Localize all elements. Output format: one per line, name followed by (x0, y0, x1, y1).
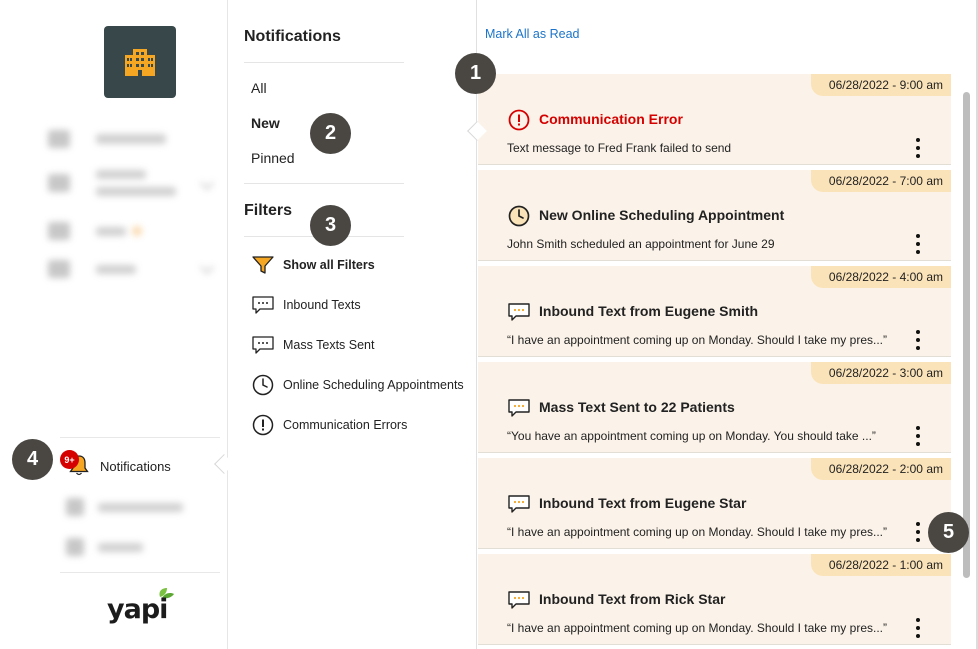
filter-label: Mass Texts Sent (283, 338, 375, 352)
filters-heading: Filters (244, 202, 293, 219)
notification-card[interactable]: 06/28/2022 - 7:00 am New Online Scheduli… (478, 170, 951, 261)
notification-card[interactable]: 06/28/2022 - 1:00 am Inbound Text from R… (478, 554, 951, 645)
clock-icon (508, 205, 530, 227)
notification-date: 06/28/2022 - 7:00 am (810, 170, 951, 192)
more-options-icon[interactable] (912, 616, 924, 640)
filter-label: Communication Errors (283, 418, 408, 432)
chat-icon (508, 591, 530, 609)
notification-date: 06/28/2022 - 2:00 am (810, 458, 951, 480)
filter-label: Online Scheduling Appointments (283, 378, 464, 392)
notification-list-panel: Mark All as Read 06/28/2022 - 9:00 am Co… (478, 0, 978, 649)
filter-communication-errors[interactable]: Communication Errors (251, 413, 407, 437)
more-options-icon[interactable] (912, 424, 924, 448)
blurred-icon (48, 260, 70, 278)
filter-mass-texts[interactable]: Mass Texts Sent (251, 333, 374, 357)
chat-icon (508, 303, 530, 321)
building-icon (125, 49, 155, 76)
notifications-heading: Notifications (244, 28, 341, 45)
tab-new[interactable]: New (251, 115, 280, 131)
notification-title: Inbound Text from Eugene Star (539, 495, 747, 511)
blurred-nav-item[interactable] (48, 170, 215, 196)
filter-inbound-texts[interactable]: Inbound Texts (251, 293, 361, 317)
svg-text:yapi: yapi (107, 594, 167, 625)
notification-list: 06/28/2022 - 9:00 am Communication Error… (478, 74, 951, 649)
alert-icon (508, 109, 530, 131)
notification-message: “I have an appointment coming up on Mond… (507, 333, 887, 347)
callout-marker-2: 2 (310, 113, 351, 154)
notification-title: Mass Text Sent to 22 Patients (539, 399, 735, 415)
blurred-icon (48, 222, 70, 240)
notification-card[interactable]: 06/28/2022 - 9:00 am Communication Error… (478, 74, 951, 165)
tab-pinned[interactable]: Pinned (251, 150, 295, 166)
left-nav: 9+ Notifications yapi (0, 0, 228, 649)
blurred-text (96, 134, 166, 144)
notification-title: Inbound Text from Rick Star (539, 591, 726, 607)
blurred-text (96, 264, 136, 274)
nav-item-notifications[interactable]: 9+ Notifications (60, 437, 220, 493)
more-options-icon[interactable] (912, 136, 924, 160)
callout-marker-1: 1 (455, 53, 496, 94)
blurred-text (98, 542, 143, 552)
notification-date: 06/28/2022 - 3:00 am (810, 362, 951, 384)
notifications-filter-panel: Notifications All New Pinned Filters Sho… (229, 0, 477, 649)
filter-show-all[interactable]: Show all Filters (251, 253, 375, 277)
blurred-text (98, 502, 183, 512)
blurred-nav-item[interactable] (66, 498, 183, 516)
tab-all[interactable]: All (251, 80, 267, 96)
notification-date: 06/28/2022 - 1:00 am (810, 554, 951, 576)
notification-date: 06/28/2022 - 9:00 am (810, 74, 951, 96)
funnel-icon (252, 256, 274, 274)
alert-icon (252, 414, 274, 436)
practice-logo[interactable] (104, 26, 176, 98)
filter-label: Show all Filters (283, 258, 375, 272)
blurred-nav-item[interactable] (48, 259, 215, 278)
filter-label: Inbound Texts (283, 298, 361, 312)
clock-icon (252, 374, 274, 396)
notification-card[interactable]: 06/28/2022 - 3:00 am Mass Text Sent to 2… (478, 362, 951, 453)
notification-message: “You have an appointment coming up on Mo… (507, 429, 876, 443)
chat-icon (252, 296, 274, 314)
blurred-icon (66, 538, 84, 556)
callout-marker-3: 3 (310, 205, 351, 246)
notification-card[interactable]: 06/28/2022 - 2:00 am Inbound Text from E… (478, 458, 951, 549)
more-options-icon[interactable] (912, 328, 924, 352)
nav-item-label: Notifications (100, 459, 171, 474)
notification-title: New Online Scheduling Appointment (539, 207, 785, 223)
list-scrollbar[interactable] (963, 92, 970, 578)
mark-all-read-link[interactable]: Mark All as Read (485, 27, 579, 41)
notification-title: Communication Error (539, 111, 683, 127)
blurred-text (96, 226, 142, 236)
blurred-nav-item[interactable] (48, 130, 166, 148)
blurred-icon (66, 498, 84, 516)
blurred-chevron (199, 259, 215, 275)
notification-message: Text message to Fred Frank failed to sen… (507, 141, 732, 155)
blurred-chevron (199, 175, 215, 191)
notification-card[interactable]: 06/28/2022 - 4:00 am Inbound Text from E… (478, 266, 951, 357)
more-options-icon[interactable] (912, 232, 924, 256)
more-options-icon[interactable] (912, 520, 924, 544)
chat-icon (252, 336, 274, 354)
blurred-text (96, 170, 176, 196)
filter-online-scheduling[interactable]: Online Scheduling Appointments (251, 373, 464, 397)
notification-message: “I have an appointment coming up on Mond… (507, 525, 887, 539)
yapi-logo: yapi (107, 588, 174, 625)
chat-icon (508, 399, 530, 417)
notification-message: John Smith scheduled an appointment for … (507, 237, 775, 251)
callout-marker-4: 4 (12, 439, 53, 480)
divider (244, 183, 404, 184)
nav-divider (60, 572, 220, 573)
blurred-icon (48, 174, 70, 192)
blurred-nav-item[interactable] (66, 538, 143, 556)
blurred-nav-item[interactable] (48, 222, 142, 240)
divider (244, 62, 404, 63)
notification-title: Inbound Text from Eugene Smith (539, 303, 759, 319)
notification-message: “I have an appointment coming up on Mond… (507, 621, 887, 635)
notification-count-badge: 9+ (60, 450, 79, 469)
callout-marker-5: 5 (928, 512, 969, 553)
chat-icon (508, 495, 530, 513)
blurred-icon (48, 130, 70, 148)
notification-date: 06/28/2022 - 4:00 am (810, 266, 951, 288)
